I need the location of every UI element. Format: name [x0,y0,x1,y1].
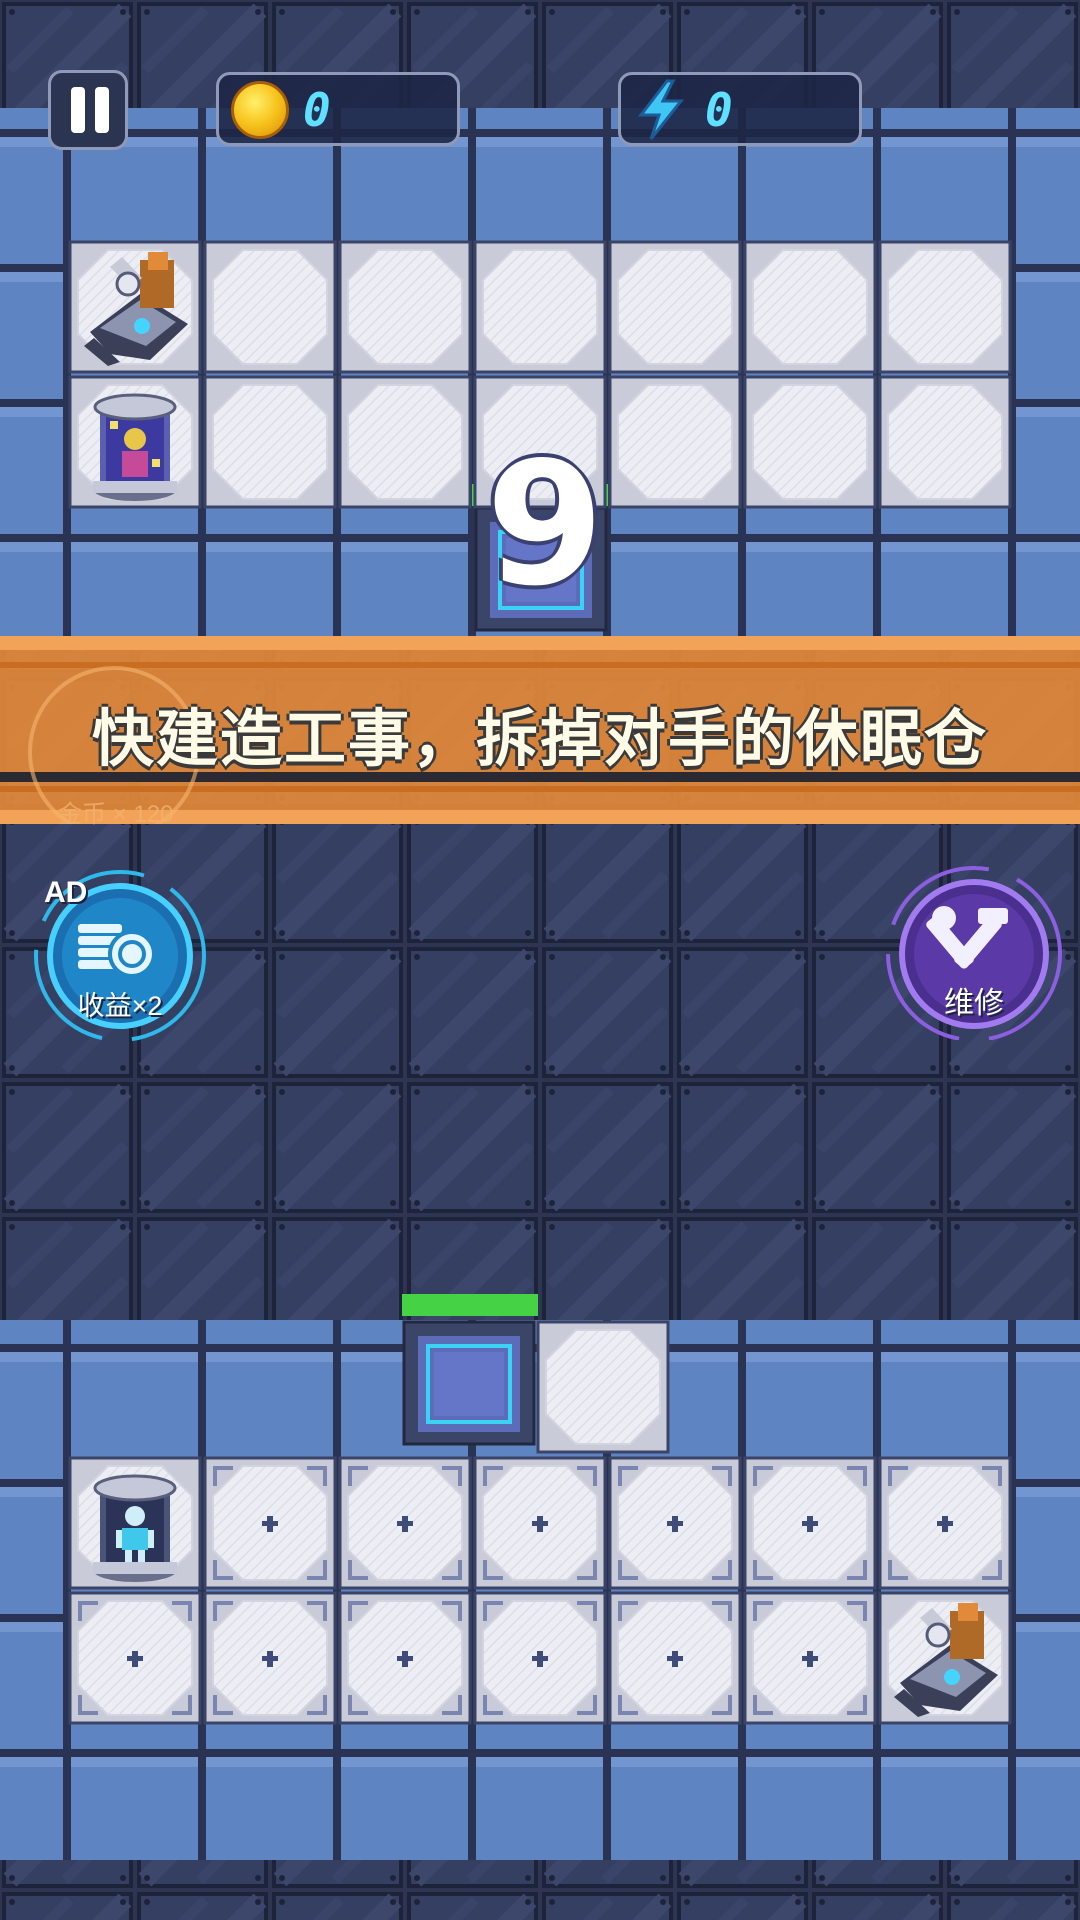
grid-cell [338,240,472,374]
ad-badge: AD [44,876,88,909]
build-slot[interactable] [880,1458,1010,1588]
grid-cell [608,375,742,509]
build-slot[interactable] [340,1593,470,1723]
sleep-pod-icon [91,1474,179,1584]
grid-cell [878,240,1012,374]
grid-cell [68,1456,202,1590]
build-slot[interactable] [610,1593,740,1723]
build-slot[interactable] [340,1458,470,1588]
grid-cell [338,375,472,509]
grid-cell [68,240,202,374]
coin-counter: 0 [216,72,460,146]
build-slot[interactable] [610,1458,740,1588]
gold-coin-icon [231,81,289,139]
repair-button[interactable]: 维修 [884,860,1064,1040]
energy-value: 0 [705,83,733,137]
repair-label: 维修 [944,987,1004,1020]
grid-cell [878,1591,1012,1725]
lightning-bolt-icon [637,79,685,140]
pause-button[interactable] [48,70,128,150]
sleep-pod-icon [91,393,179,503]
build-slot[interactable] [205,1593,335,1723]
grid-cell [473,240,607,374]
grid-cell [203,375,337,509]
energy-counter: 0 [618,72,862,146]
countdown-number: 9 [485,426,605,624]
grid-cell [878,375,1012,509]
build-slot[interactable] [205,1458,335,1588]
build-slot[interactable] [475,1458,605,1588]
grid-cell [743,240,877,374]
build-slot[interactable] [745,1593,875,1723]
double-income-label: 收益×2 [77,991,163,1021]
coin-value: 0 [303,83,331,137]
banner-text: 快建造工事，拆掉对手的休眠仓 [91,702,988,775]
grid-cell [203,240,337,374]
grid-cell [68,375,202,509]
build-slot[interactable] [70,1593,200,1723]
grid-cell [608,240,742,374]
grid-cell [743,375,877,509]
build-slot[interactable] [745,1458,875,1588]
banner-faint-text: 金币 × 120 [58,801,174,828]
tutorial-banner: 快建造工事，拆掉对手的休眠仓 金币 × 120 [0,636,1080,828]
build-slot[interactable] [475,1593,605,1723]
pause-icon [71,87,85,133]
